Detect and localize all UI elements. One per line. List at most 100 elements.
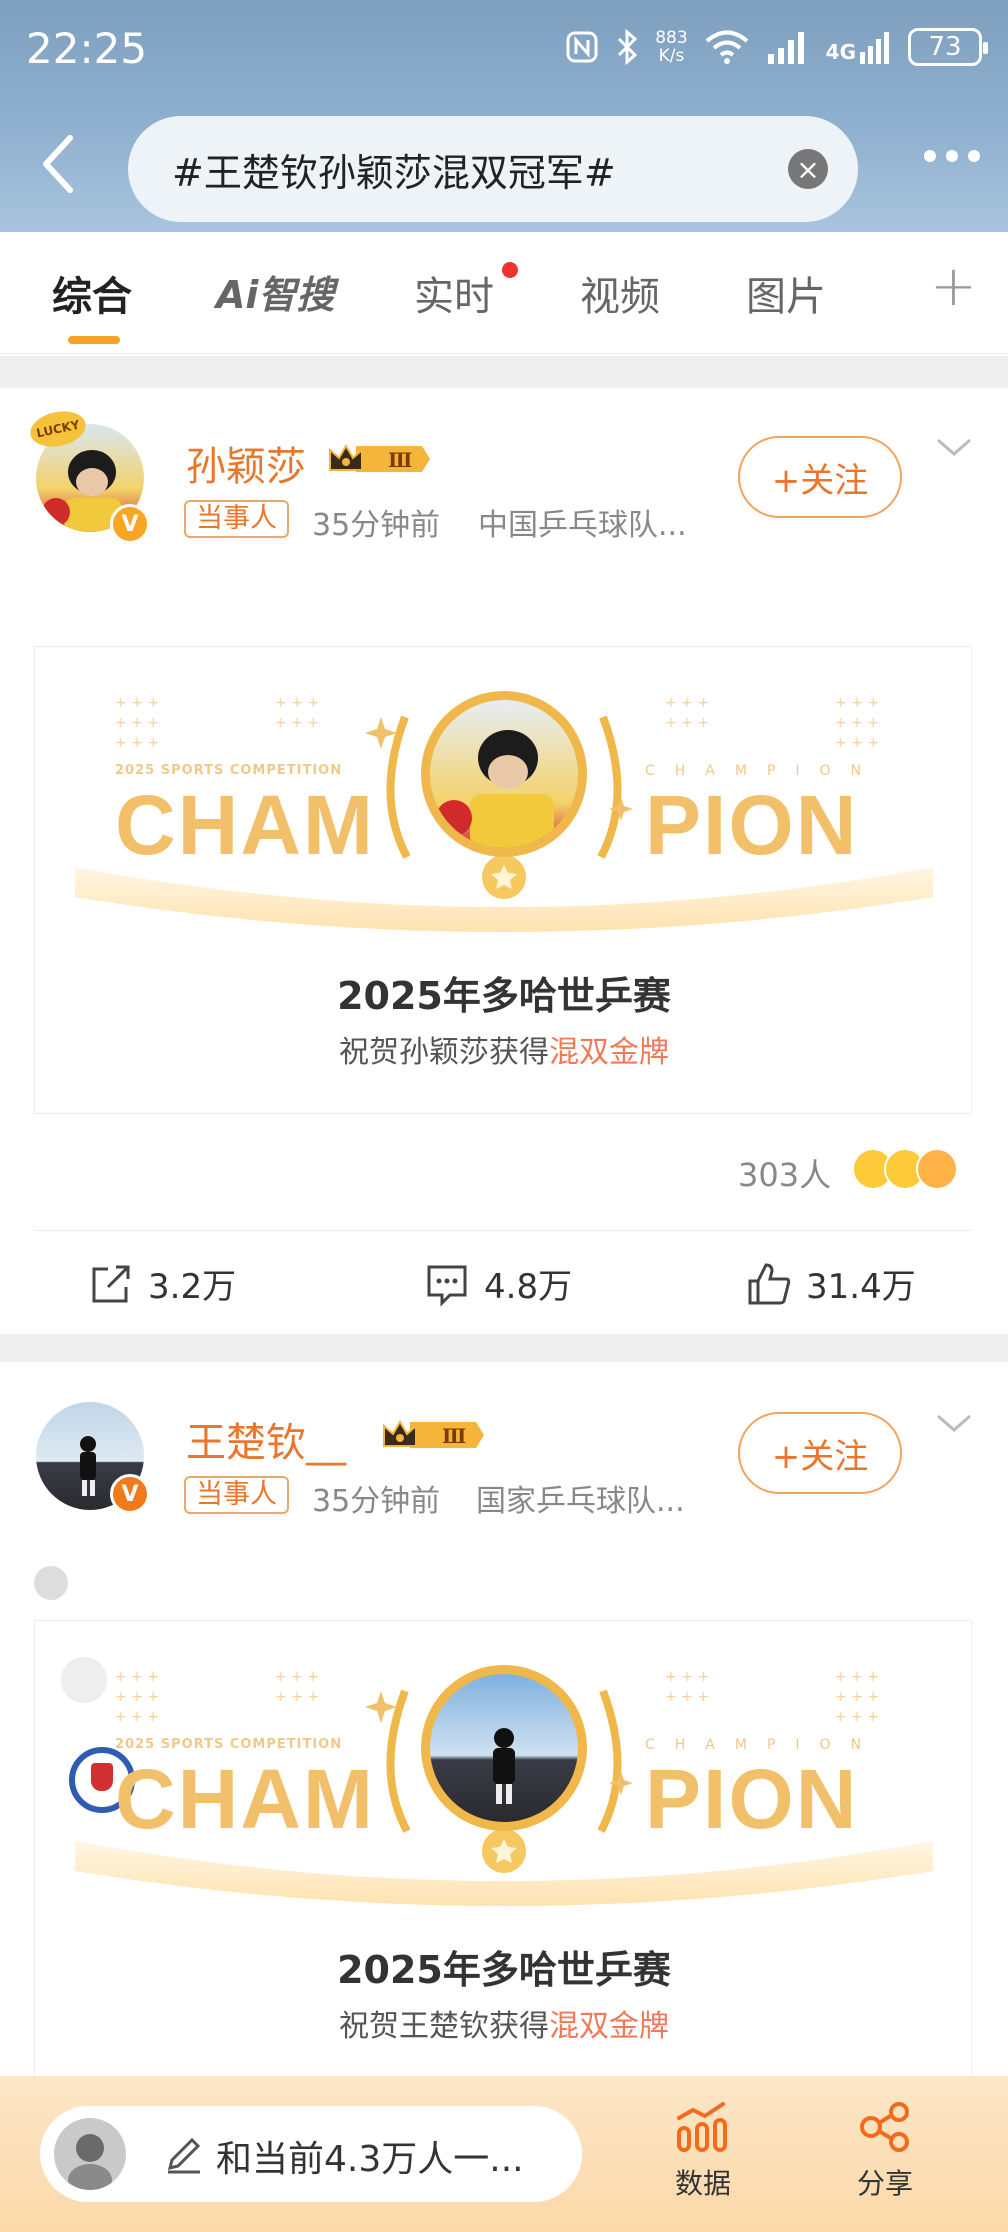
- svg-text:+ + +: + + +: [665, 1689, 709, 1705]
- more-dot-2: [946, 150, 958, 162]
- commenter-avatar: [54, 2118, 126, 2190]
- post-source: 国家乒乓球队...: [476, 1484, 685, 1519]
- banner-cham-text: CHAM: [115, 778, 375, 872]
- banner-subtitle-highlight: 混双金牌: [549, 1035, 669, 1070]
- more-options-button[interactable]: [924, 150, 980, 162]
- svg-text:+ + +: + + +: [835, 715, 879, 731]
- competition-label: 2025 SPORTS COMPETITION: [115, 763, 343, 778]
- svg-text:+ + +: + + +: [835, 695, 879, 711]
- svg-text:+ + +: + + +: [835, 1669, 879, 1685]
- crown-level-badge-icon: Ⅲ: [383, 1420, 484, 1448]
- tab-bar: 综合 Ai智搜 实时 视频 图片 +: [0, 232, 1008, 354]
- comment-icon: [427, 1265, 467, 1307]
- svg-text:Ⅲ: Ⅲ: [442, 1424, 466, 1448]
- svg-text:+ + +: + + +: [115, 1689, 159, 1705]
- share-icon: [860, 2102, 909, 2152]
- nfc-icon: [566, 31, 598, 63]
- participant-tag: 当事人: [184, 500, 289, 538]
- status-time: 22:25: [26, 24, 148, 73]
- signal-icon-2: [860, 32, 889, 64]
- small-sticker-icon: [34, 1566, 68, 1600]
- network-type-label: 4G: [825, 40, 856, 64]
- active-tab-indicator: [68, 336, 120, 344]
- like-count: 31.4万: [806, 1267, 916, 1307]
- champion-banner[interactable]: + + + + + + + + + + + + + + + + + + + + + + …: [34, 1620, 972, 2088]
- tab-realtime[interactable]: 实时: [414, 264, 494, 322]
- add-tab-icon[interactable]: +: [930, 254, 977, 319]
- realtime-notification-dot: [502, 262, 518, 278]
- post-actions: 3.2万 4.8万 31.4万: [34, 1230, 972, 1334]
- comment-button[interactable]: 4.8万: [424, 1259, 572, 1308]
- heart-eyes-emoji-icon: [916, 1148, 958, 1190]
- post-username[interactable]: 孙颖莎: [186, 434, 306, 492]
- competition-label: 2025 SPORTS COMPETITION: [115, 1737, 343, 1752]
- commenter-avatar-photo: [68, 2134, 112, 2190]
- network-speed: 883 K/s: [655, 29, 687, 65]
- comment-placeholder: 和当前4.3万人一...: [216, 2139, 524, 2180]
- comment-input[interactable]: 和当前4.3万人一...: [40, 2106, 582, 2202]
- bottom-bar: 和当前4.3万人一... 数据 分享: [0, 2076, 1008, 2232]
- overlay-avatar-icon: [59, 1655, 109, 1705]
- more-dot-3: [968, 150, 980, 162]
- banner-cham-text: CHAM: [115, 1752, 375, 1846]
- svg-text:+ + +: + + +: [275, 1669, 319, 1685]
- tab-video[interactable]: 视频: [580, 264, 660, 322]
- svg-text:+ + +: + + +: [115, 1669, 159, 1685]
- battery-level: 73: [928, 32, 962, 62]
- medal-portrait: [493, 1728, 515, 1804]
- svg-text:+ + +: + + +: [275, 695, 319, 711]
- network-speed-value: 883: [655, 28, 688, 48]
- data-button[interactable]: 数据: [658, 2102, 748, 2202]
- svg-text:+ + +: + + +: [835, 1689, 879, 1705]
- banner-subtitle-prefix: 祝贺孙颖莎获得: [339, 1035, 549, 1070]
- share-button[interactable]: 分享: [840, 2102, 930, 2202]
- svg-text:+ + +: + + +: [115, 695, 159, 711]
- chevron-down-icon[interactable]: [934, 428, 974, 468]
- chevron-down-icon[interactable]: [934, 1404, 974, 1444]
- svg-text:+ + +: + + +: [665, 715, 709, 731]
- crown-level-badge-icon: Ⅲ: [329, 444, 430, 472]
- banner-title: 2025年多哈世乒赛: [337, 974, 671, 1018]
- svg-text:+ + +: + + +: [835, 1709, 879, 1725]
- svg-text:+ + +: + + +: [835, 735, 879, 751]
- post-card: V 王楚钦__ Ⅲ 当事人 35分钟前 国家乒乓球队... +关注 + + + +…: [0, 1362, 1008, 2088]
- network-type: 4G: [826, 30, 892, 64]
- section-divider-2: [0, 1334, 1008, 1362]
- search-query[interactable]: #王楚钦孙颖莎混双冠军#: [172, 142, 616, 197]
- svg-text:+ + +: + + +: [665, 695, 709, 711]
- section-divider: [0, 356, 1008, 388]
- clear-search-button[interactable]: ×: [788, 149, 828, 189]
- banner-subtitle-highlight: 混双金牌: [549, 2009, 669, 2044]
- medal-photo: [421, 1665, 587, 1831]
- banner-pion-text: PION: [645, 1752, 859, 1846]
- repost-button[interactable]: 3.2万: [88, 1259, 236, 1308]
- medal-portrait: [436, 730, 554, 848]
- back-button[interactable]: [38, 134, 78, 194]
- share-label: 分享: [856, 2167, 913, 2200]
- network-speed-unit: K/s: [658, 46, 685, 66]
- champion-banner[interactable]: + + + + + + + + + + + + + + + + + + + + + + …: [34, 646, 972, 1114]
- participant-tag: 当事人: [184, 1476, 289, 1514]
- svg-text:+ + +: + + +: [665, 1669, 709, 1685]
- reaction-count[interactable]: 303人: [738, 1150, 831, 1196]
- tab-ai-search[interactable]: Ai智搜: [216, 264, 334, 319]
- svg-text:+ + +: + + +: [115, 715, 159, 731]
- battery-indicator: 73: [908, 28, 988, 66]
- post-username[interactable]: 王楚钦__: [186, 1410, 346, 1468]
- tab-pictures[interactable]: 图片: [746, 264, 826, 322]
- post-time: 35分钟前: [312, 508, 441, 543]
- follow-button[interactable]: +关注: [738, 1412, 902, 1494]
- verified-badge-icon: V: [110, 1474, 150, 1514]
- tab-comprehensive[interactable]: 综合: [52, 264, 132, 322]
- wifi-icon: [705, 30, 748, 64]
- banner-subtitle: 祝贺孙颖莎获得混双金牌: [35, 1027, 971, 1071]
- follow-button[interactable]: +关注: [738, 436, 902, 518]
- banner-pion-text: PION: [645, 778, 859, 872]
- data-label: 数据: [674, 2167, 731, 2200]
- post-card: LUCKY V 孙颖莎 Ⅲ 当事人 35分钟前 中国乒乓球队... +关注 + …: [0, 388, 1008, 1334]
- search-bar[interactable]: #王楚钦孙颖莎混双冠军# ×: [128, 116, 858, 222]
- medal-photo: [421, 691, 587, 857]
- like-button[interactable]: 31.4万: [746, 1259, 916, 1308]
- banner-subtitle: 祝贺王楚钦获得混双金牌: [35, 2001, 971, 2045]
- post-source: 中国乒乓球队...: [478, 508, 687, 543]
